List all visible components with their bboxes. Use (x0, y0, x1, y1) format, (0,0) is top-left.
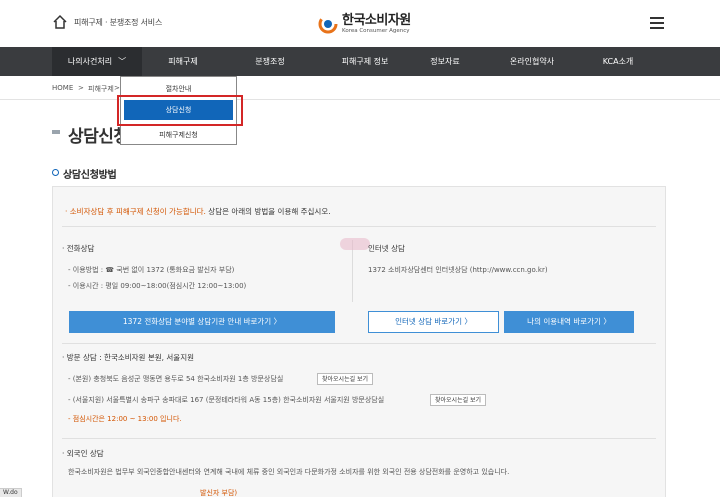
internet-consult-url: 1372 소비자상담센터 인터넷상담 (http://www.ccn.go.kr… (368, 266, 548, 274)
visit-address-hq: - (본원) 충청북도 음성군 맹동면 용두로 54 한국소비자원 1층 방문상… (68, 375, 284, 383)
main-nav: 나의사건처리 ﹀ 피해구제 분쟁조정 피해구제 정보 정보자료 온라인협약사 KC… (0, 47, 720, 76)
map-button-hq[interactable]: 찾아오시는길 보기 (317, 373, 374, 385)
site-subtitle: 피해구제 · 분쟁조정 서비스 (74, 18, 163, 27)
home-icon[interactable] (52, 14, 68, 30)
section-circle-icon (52, 169, 59, 176)
visit-lunch-notice: - 점심시간은 12:00 ~ 13:00 입니다. (68, 415, 182, 423)
nav-item-resources[interactable]: 정보자료 (418, 47, 472, 76)
notice-text: · 소비자상담 후 피해구제 신청이 가능합니다. 상담은 아래의 방법을 이용… (65, 206, 331, 217)
breadcrumb-separator: > (78, 84, 84, 92)
map-button-seoul[interactable]: 찾아오시는길 보기 (430, 394, 487, 406)
divider (62, 343, 656, 344)
divider (62, 226, 656, 227)
breadcrumb-home[interactable]: HOME (52, 84, 73, 92)
nav-current-label: 나의사건처리 (67, 57, 113, 66)
visit-consult-label: · 방문 상담 : 한국소비자원 본원, 서울지원 (62, 353, 194, 362)
browser-status-bar: W.do (0, 488, 22, 497)
breadcrumb-level1[interactable]: 피해구제 (88, 84, 114, 94)
logo-english: Korea Consumer Agency (342, 27, 410, 34)
breadcrumb: HOME > 피해구제 > (0, 76, 720, 100)
content-box (52, 186, 666, 497)
chevron-down-icon: ﹀ (118, 57, 127, 66)
phone-consult-guide-button[interactable]: 1372 전화상담 분야별 상담기관 안내 바로가기 〉 (69, 311, 335, 333)
submenu-item-relief-application[interactable]: 피해구제신청 (121, 125, 236, 145)
nav-item-online-partners[interactable]: 온라인협약사 (492, 47, 572, 76)
notice-bullet: · (65, 207, 68, 216)
notice-rest-text: 상담은 아래의 방법을 이용해 주십시오. (205, 207, 331, 216)
logo-mark-icon (318, 14, 338, 34)
nav-item-about-kca[interactable]: KCA소개 (590, 47, 646, 76)
foreign-consult-desc: 한국소비자원은 법무부 외국인종합안내센터와 연계해 국내에 체류 중인 외국인… (68, 468, 510, 476)
title-accent (52, 130, 60, 134)
logo[interactable]: 한국소비자원 Korea Consumer Agency (318, 10, 411, 38)
phone-usage-method: - 이용방법 : ☎ 국번 없이 1372 (통화요금 발신자 부담) (68, 266, 235, 274)
breadcrumb-separator-2: > (114, 84, 120, 92)
nav-item-relief-info[interactable]: 피해구제 정보 (322, 47, 408, 76)
highlight-box (117, 95, 243, 126)
foreign-consult-label: · 외국인 상담 (62, 449, 104, 458)
visit-address-seoul: - (서울지원) 서울특별시 송파구 송파대로 167 (문정테라타워 A동 1… (68, 396, 385, 404)
divider (62, 438, 656, 439)
section-title: 상담신청방법 (63, 170, 117, 181)
foreign-consult-cost: 발신자 부담) (200, 489, 238, 497)
my-history-button[interactable]: 나의 이용내역 바로가기 〉 (504, 311, 634, 333)
hamburger-menu-icon[interactable] (650, 17, 664, 29)
internet-consult-button[interactable]: 인터넷 상담 바로가기 〉 (368, 311, 499, 333)
phone-consult-label: · 전화상담 (62, 244, 95, 253)
top-header: 피해구제 · 분쟁조정 서비스 한국소비자원 Korea Consumer Ag… (0, 0, 720, 47)
blurred-badge (340, 238, 370, 250)
nav-item-mediation[interactable]: 분쟁조정 (232, 47, 308, 76)
nav-current-menu[interactable]: 나의사건처리 ﹀ (52, 47, 142, 76)
phone-usage-hours: - 이용시간 : 평일 09:00~18:00(점심시간 12:00~13:00… (68, 282, 247, 290)
nav-item-damage-relief[interactable]: 피해구제 (148, 47, 218, 76)
logo-korean: 한국소비자원 (342, 12, 411, 28)
notice-red-text: 소비자상담 후 피해구제 신청이 가능합니다. (69, 207, 206, 216)
internet-consult-label: 인터넷 상담 (368, 244, 405, 253)
